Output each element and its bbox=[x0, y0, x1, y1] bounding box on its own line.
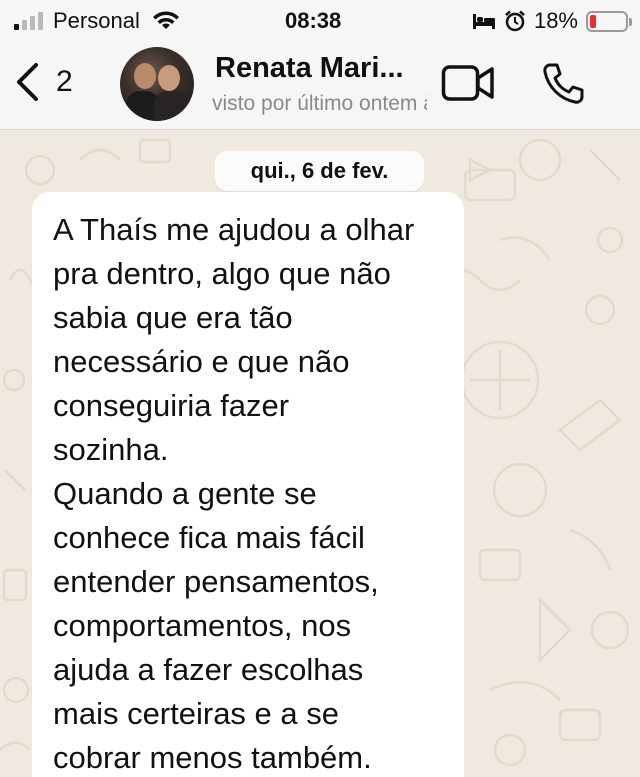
signal-icon bbox=[14, 12, 43, 30]
battery-icon bbox=[586, 10, 632, 32]
phone-icon[interactable] bbox=[540, 62, 586, 106]
status-bar: Personal 08:38 18% bbox=[0, 0, 640, 42]
wifi-icon bbox=[152, 11, 179, 29]
date-separator: qui., 6 de fev. bbox=[215, 151, 424, 191]
carrier-name: Personal bbox=[53, 8, 140, 33]
chat-header: 2 Renata Mari... visto por último ontem … bbox=[0, 42, 640, 130]
alarm-icon bbox=[505, 10, 525, 32]
message-text: A Thaís me ajudou a olhar pra dentro, al… bbox=[53, 212, 415, 775]
status-right: 18% bbox=[472, 8, 632, 34]
chat-area[interactable]: qui., 6 de fev. A Thaís me ajudou a olha… bbox=[0, 130, 640, 777]
last-seen-status: visto por último ontem às 21:39 bbox=[212, 92, 427, 115]
back-button[interactable]: 2 bbox=[14, 62, 73, 102]
back-chevron-icon bbox=[17, 63, 38, 101]
contact-name[interactable]: Renata Mari... bbox=[215, 52, 404, 85]
unread-count: 2 bbox=[56, 65, 73, 98]
clock: 08:38 bbox=[285, 8, 342, 33]
incoming-message-bubble[interactable]: A Thaís me ajudou a olhar pra dentro, al… bbox=[32, 192, 464, 777]
battery-percent: 18% bbox=[533, 8, 578, 33]
avatar[interactable] bbox=[120, 47, 194, 121]
status-left: Personal bbox=[14, 8, 180, 34]
video-call-icon[interactable] bbox=[441, 64, 495, 102]
bed-icon bbox=[472, 14, 495, 29]
